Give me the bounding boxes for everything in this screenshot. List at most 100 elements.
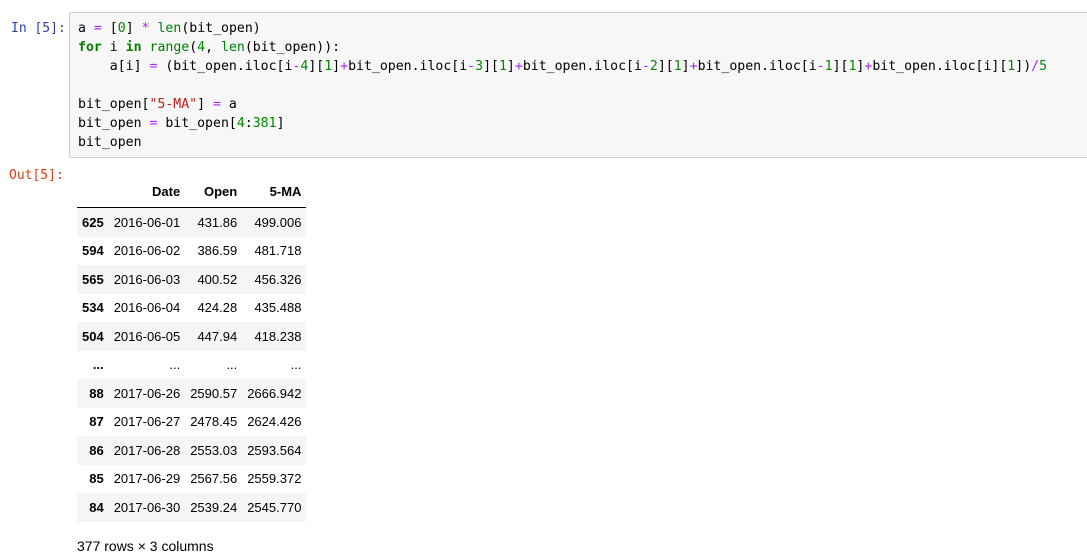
input-prompt: In [5]:	[11, 21, 66, 36]
table-cell: 2567.56	[190, 471, 238, 487]
table-cell: ...	[226, 357, 238, 373]
code-token: 4	[236, 116, 245, 131]
table-row: 565 2016-06-03 400.52 456.326	[77, 265, 307, 294]
code-token: ]	[332, 59, 341, 74]
code-token: (bit_open.iloc[i	[157, 59, 293, 74]
code-cell-input[interactable]: a = [0] * len(bit_open) for i in range(4…	[69, 12, 1087, 158]
table-cell: 2017-06-28	[113, 442, 181, 458]
code-token: -	[467, 59, 476, 74]
table-row: 534 2016-06-04 424.28 435.488	[77, 294, 306, 323]
code-token: for	[78, 40, 102, 55]
table-cell: 2590.57	[190, 385, 238, 401]
table-cell: 435.488	[254, 300, 302, 316]
output-prompt: Out[5]:	[9, 168, 64, 183]
table-cell: 2539.24	[190, 499, 238, 515]
code-token: bit_open.iloc[i][	[872, 59, 1008, 74]
code-token: :	[244, 116, 253, 131]
table-cell: 2624.426	[247, 414, 302, 430]
code-token: a[i]	[78, 59, 150, 74]
table-header-row: Date Open 5-MA	[77, 176, 307, 208]
table-cell: 2016-06-04	[113, 300, 181, 316]
index-header	[77, 176, 109, 208]
code-token: range	[149, 40, 190, 55]
row-index: 625	[82, 214, 104, 230]
code-line: bit_open	[78, 135, 142, 150]
code-token: ][	[483, 59, 499, 74]
code-token: a	[78, 21, 94, 36]
code-line: a = [0] * len(bit_open)	[78, 21, 261, 36]
table-row: 88 2017-06-26 2590.57 2666.942	[77, 379, 307, 408]
code-token: len	[221, 40, 245, 55]
code-token: +	[340, 59, 349, 74]
row-index: 534	[82, 300, 104, 316]
column-header: Open	[185, 176, 243, 208]
code-token: 1	[498, 59, 507, 74]
code-token: (	[189, 40, 198, 55]
table-cell: 2017-06-30	[113, 499, 181, 515]
code-token: 4	[197, 40, 206, 55]
code-line: a[i] = (bit_open.iloc[i-4][1]+bit_open.i…	[78, 59, 1047, 74]
code-token: [	[101, 21, 118, 36]
code-token: ][	[308, 59, 325, 74]
table-cell: 2545.770	[247, 499, 302, 515]
table-cell: 2016-06-05	[113, 328, 181, 344]
row-index: 565	[82, 271, 104, 287]
code-token: =	[93, 21, 102, 36]
code-token: 381	[252, 116, 277, 131]
code-token: i	[101, 40, 126, 55]
code-token: 5	[1039, 59, 1048, 74]
code-token: len	[157, 21, 182, 36]
code-token: bit_open.iloc[i	[522, 59, 642, 74]
table-row: 86 2017-06-28 2553.03 2593.564	[77, 436, 307, 465]
table-cell: 2666.942	[247, 385, 302, 401]
table-cell: 2559.372	[247, 471, 302, 487]
table-cell: 2553.03	[190, 442, 238, 458]
code-token: ]	[197, 97, 213, 112]
code-token: bit_open[	[157, 116, 237, 131]
table-cell: 481.718	[254, 243, 302, 259]
cell-output: Date Open 5-MA 625 2016-06-01 431.86 499.006 5…	[77, 176, 307, 522]
code-token: 0	[117, 21, 126, 36]
row-index: 84	[89, 499, 104, 515]
code-line: for i in range(4, len(bit_open)):	[78, 40, 340, 55]
row-index: 86	[89, 442, 104, 458]
row-index: ...	[92, 357, 104, 373]
code-token: -	[641, 59, 650, 74]
row-index: 87	[89, 414, 104, 430]
table-row: 625 2016-06-01 431.86 499.006	[77, 207, 307, 237]
row-index: 88	[89, 385, 104, 401]
code-token: +	[514, 59, 523, 74]
code-token: ]	[506, 59, 515, 74]
dataframe-shape: 377 rows × 3 columns	[77, 538, 214, 554]
code-token: in	[125, 40, 142, 55]
table-cell: ...	[290, 357, 302, 373]
row-index: 85	[89, 471, 104, 487]
code-token: ]	[125, 21, 142, 36]
code-token: /	[1031, 59, 1040, 74]
table-cell: 418.238	[254, 328, 302, 344]
column-header: 5-MA	[242, 176, 307, 208]
table-cell: 2016-06-01	[113, 214, 181, 230]
table-row: 594 2016-06-02 386.59 481.718	[77, 237, 306, 266]
table-cell: 2478.45	[190, 414, 238, 430]
code-line: bit_open = bit_open[4:381]	[78, 116, 285, 131]
code-token: (bit_open)):	[244, 40, 341, 55]
code-token: 1	[324, 59, 333, 74]
table-cell: 2016-06-03	[113, 271, 181, 287]
column-header: Date	[108, 176, 186, 208]
table-cell: 447.94	[197, 328, 238, 344]
table-row: 87 2017-06-27 2478.45 2624.426	[77, 408, 306, 437]
code-token: 2	[649, 59, 658, 74]
code-line: bit_open["5-MA"] = a	[78, 97, 237, 112]
code-editor[interactable]: a = [0] * len(bit_open) for i in range(4…	[78, 19, 1047, 152]
table-cell: 2017-06-29	[113, 471, 181, 487]
table-cell: 400.52	[197, 271, 238, 287]
code-token: -	[816, 59, 825, 74]
code-token: "5-MA"	[149, 97, 198, 112]
code-token: bit_open.iloc[i	[697, 59, 817, 74]
code-token: bit_open.iloc[i	[348, 59, 468, 74]
code-token: ]	[681, 59, 690, 74]
table-cell: ...	[169, 357, 181, 373]
code-token: 1	[673, 59, 682, 74]
code-token: a	[220, 97, 237, 112]
